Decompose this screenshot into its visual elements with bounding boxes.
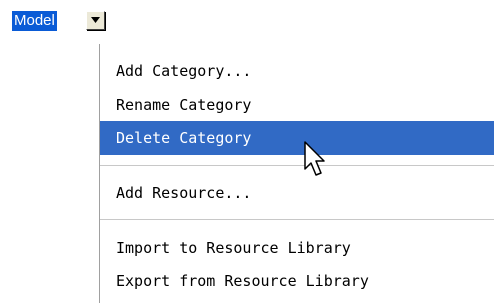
triangle-down-icon xyxy=(91,17,100,23)
dropdown-button[interactable] xyxy=(86,11,105,30)
arrow-cursor-icon xyxy=(304,141,325,176)
menu-item-add-category[interactable]: Add Category... xyxy=(100,54,494,88)
menu-separator xyxy=(100,165,494,166)
screen: Model Add Category... Rename Category De… xyxy=(0,0,494,303)
menu-item-import-resource-library[interactable]: Import to Resource Library xyxy=(100,231,494,265)
menu-item-export-resource-library[interactable]: Export from Resource Library xyxy=(100,264,494,298)
context-menu: Add Category... Rename Category Delete C… xyxy=(99,44,494,303)
menu-item-add-resource[interactable]: Add Resource... xyxy=(100,176,494,210)
menu-separator xyxy=(100,219,494,220)
menu-item-rename-category[interactable]: Rename Category xyxy=(100,88,494,122)
model-label[interactable]: Model xyxy=(12,11,57,31)
menu-item-delete-category[interactable]: Delete Category xyxy=(100,121,494,155)
